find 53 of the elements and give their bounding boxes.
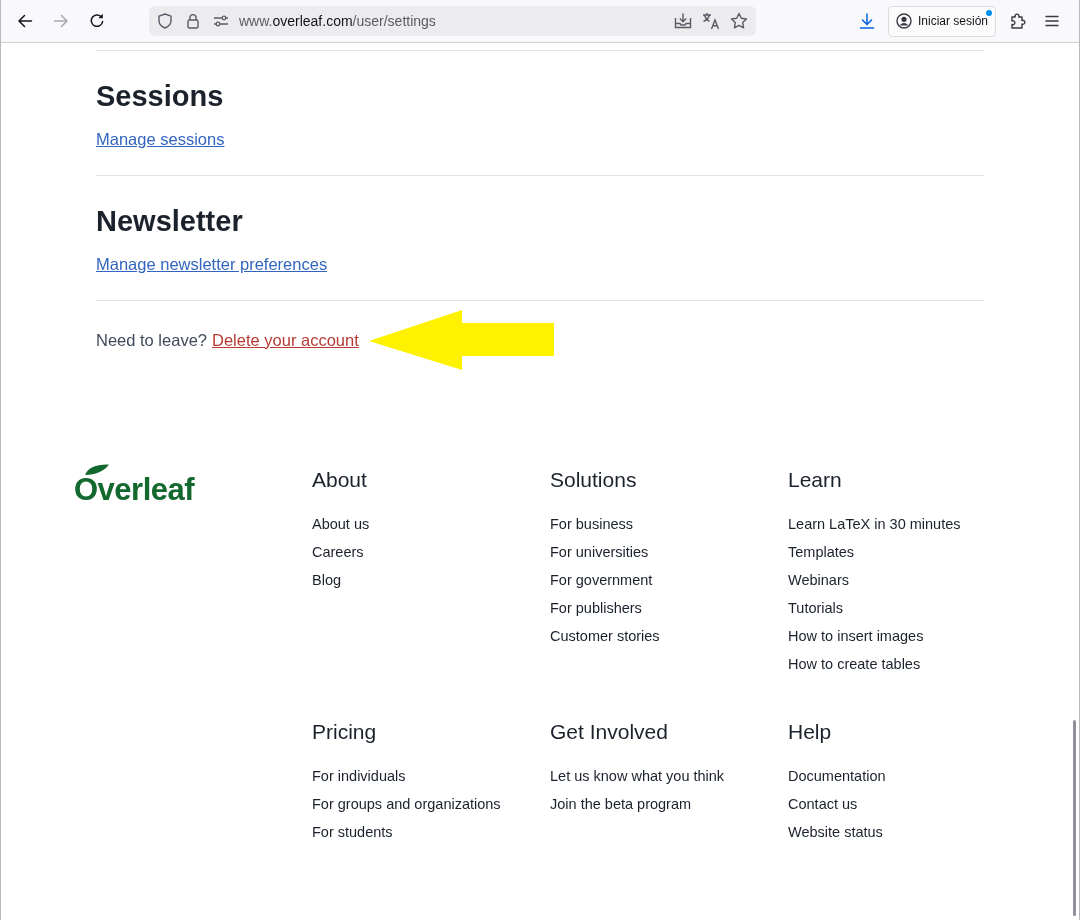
footer-link[interactable]: For students — [312, 818, 393, 846]
footer-link[interactable]: Learn LaTeX in 30 minutes — [788, 510, 961, 538]
footer-heading: Help — [788, 719, 832, 745]
sliders-icon[interactable] — [213, 13, 229, 29]
url-text[interactable]: www.overleaf.com/user/settings — [239, 13, 436, 29]
footer-link[interactable]: Let us know what you think — [550, 762, 725, 790]
footer-link[interactable]: Careers — [312, 538, 364, 566]
manage-link[interactable]: Manage newsletter preferences — [96, 252, 328, 276]
translate-icon[interactable] — [702, 12, 720, 30]
puzzle-icon[interactable] — [1009, 12, 1027, 30]
download-icon[interactable] — [858, 13, 875, 29]
footer-link[interactable]: Website status — [788, 818, 883, 846]
footer-link[interactable]: Contact us — [788, 790, 858, 818]
address-bar[interactable]: www.overleaf.com/user/settings — [149, 6, 756, 36]
logo-wordmark[interactable]: Overleaf — [74, 475, 195, 504]
save-page-icon[interactable] — [674, 12, 692, 30]
left-arrow-icon — [17, 13, 33, 29]
footer-link[interactable]: Webinars — [788, 566, 849, 594]
manage-link[interactable]: Manage sessions — [96, 127, 225, 151]
footer-heading: Pricing — [312, 719, 377, 745]
footer-link[interactable]: About us — [312, 510, 370, 538]
delete-account-link[interactable]: Delete your account — [212, 328, 359, 352]
footer-link[interactable]: How to create tables — [788, 650, 921, 678]
leaf-icon — [84, 464, 110, 475]
footer-link[interactable]: For publishers — [550, 594, 642, 622]
footer-link[interactable]: Documentation — [788, 762, 886, 790]
footer-heading: Get Involved — [550, 719, 668, 745]
footer-link[interactable]: Customer stories — [550, 622, 660, 650]
footer-link[interactable]: For business — [550, 510, 633, 538]
section-heading: Newsletter — [96, 204, 244, 238]
footer-link[interactable]: For universities — [550, 538, 649, 566]
footer-link[interactable]: For individuals — [312, 762, 406, 790]
footer-link[interactable]: Join the beta program — [550, 790, 692, 818]
account-icon — [895, 13, 912, 29]
footer-link[interactable]: Blog — [312, 566, 342, 594]
footer-heading: Solutions — [550, 467, 637, 493]
right-arrow-icon — [53, 13, 69, 29]
star-icon[interactable] — [730, 12, 748, 30]
footer-link[interactable]: For groups and organizations — [312, 790, 501, 818]
shield-icon[interactable] — [157, 13, 173, 29]
footer-link[interactable]: For government — [550, 566, 653, 594]
reload-icon — [89, 13, 105, 29]
leave-prompt: Need to leave? — [96, 330, 207, 351]
footer-heading: About — [312, 467, 367, 493]
sign-in-button[interactable]: Iniciar sesión — [887, 5, 996, 37]
lock-icon[interactable] — [185, 13, 201, 29]
footer-link[interactable]: Templates — [788, 538, 855, 566]
footer-link[interactable]: How to insert images — [788, 622, 924, 650]
footer-link[interactable]: Tutorials — [788, 594, 844, 622]
section-heading: Sessions — [96, 79, 225, 113]
scrollbar-thumb[interactable] — [1073, 720, 1076, 916]
menu-icon[interactable] — [1044, 13, 1060, 29]
footer-heading: Learn — [788, 467, 842, 493]
